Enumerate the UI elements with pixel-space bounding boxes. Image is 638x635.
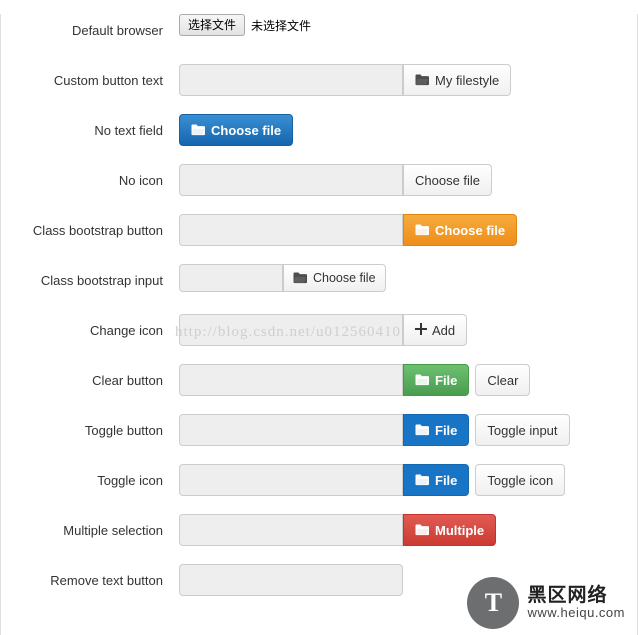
- native-file-input[interactable]: 选择文件 未选择文件: [179, 14, 311, 36]
- row-class-bootstrap-input: Class bootstrap input Choose file: [1, 264, 637, 314]
- file-button-label: File: [435, 372, 458, 388]
- input-group-class-bootstrap-button: Choose file: [179, 214, 518, 246]
- add-button[interactable]: Add: [403, 314, 468, 346]
- input-group-multiple-selection: Multiple: [179, 514, 497, 546]
- input-group-toggle-icon: File: [179, 464, 470, 496]
- label-class-bootstrap-button: Class bootstrap button: [32, 223, 163, 238]
- row-class-bootstrap-button: Class bootstrap button Choose file: [1, 214, 637, 264]
- control-class-bootstrap-button: Choose file: [179, 214, 637, 246]
- choose-file-button-warning[interactable]: Choose file: [403, 214, 518, 246]
- input-group-clear-button: File: [179, 364, 470, 396]
- control-no-text-field: Choose file: [179, 114, 637, 146]
- folder-icon: [415, 474, 430, 486]
- row-no-text-field: No text field Choose file: [1, 114, 637, 164]
- filestyle-text-input[interactable]: [179, 314, 403, 346]
- filestyle-text-input[interactable]: [179, 464, 403, 496]
- filestyle-text-input[interactable]: [179, 514, 403, 546]
- label-toggle-icon: Toggle icon: [97, 473, 163, 488]
- choose-file-button-no-icon[interactable]: Choose file: [403, 164, 493, 196]
- folder-icon: [191, 124, 206, 136]
- row-change-icon: Change icon Add: [1, 314, 637, 364]
- choose-file-button-primary[interactable]: Choose file: [179, 114, 294, 146]
- filestyle-text-input[interactable]: [179, 564, 403, 596]
- file-button-success[interactable]: File: [403, 364, 470, 396]
- filestyle-text-input[interactable]: [179, 164, 403, 196]
- choose-file-button-small[interactable]: Choose file: [283, 264, 386, 292]
- label-no-text-field: No text field: [94, 123, 163, 138]
- native-file-status: 未选择文件: [251, 18, 312, 33]
- control-toggle-button: File Toggle input: [179, 414, 637, 446]
- filestyle-text-input[interactable]: [179, 414, 403, 446]
- clear-button[interactable]: Clear: [475, 364, 531, 396]
- my-filestyle-button[interactable]: My filestyle: [403, 64, 512, 96]
- label-remove-text-button: Remove text button: [50, 573, 163, 588]
- row-default-browser: Default browser 选择文件 未选择文件: [1, 14, 637, 64]
- control-custom-button-text: My filestyle: [179, 64, 637, 96]
- control-toggle-icon: File Toggle icon: [179, 464, 637, 496]
- label-change-icon: Change icon: [90, 323, 163, 338]
- label-class-bootstrap-input: Class bootstrap input: [40, 273, 163, 288]
- input-group-toggle-button: File: [179, 414, 470, 446]
- choose-file-button-label: Choose file: [211, 122, 282, 138]
- label-clear-button: Clear button: [92, 373, 163, 388]
- file-button-label: File: [435, 472, 458, 488]
- choose-file-button-label: Choose file: [313, 271, 376, 285]
- row-toggle-button: Toggle button File Toggle input: [1, 414, 637, 464]
- control-class-bootstrap-input: Choose file: [179, 264, 637, 292]
- choose-file-button-label: Choose file: [415, 172, 481, 188]
- row-no-icon: No icon Choose file: [1, 164, 637, 214]
- toggle-input-button-label: Toggle input: [487, 422, 558, 438]
- control-clear-button: File Clear: [179, 364, 637, 396]
- label-toggle-button: Toggle button: [84, 423, 163, 438]
- multiple-button[interactable]: Multiple: [403, 514, 497, 546]
- folder-icon: [293, 272, 308, 284]
- multiple-button-label: Multiple: [435, 522, 485, 538]
- choose-file-button-label: Choose file: [435, 222, 506, 238]
- label-custom-button-text: Custom button text: [53, 73, 163, 88]
- row-clear-button: Clear button File Clear: [1, 364, 637, 414]
- row-multiple-selection: Multiple selection Multiple: [1, 514, 637, 564]
- control-remove-text-button: [179, 564, 637, 596]
- add-button-label: Add: [432, 322, 456, 338]
- label-no-icon: No icon: [118, 173, 163, 188]
- clear-button-label: Clear: [487, 372, 519, 388]
- filestyle-text-input-small[interactable]: [179, 264, 283, 292]
- folder-icon: [415, 374, 430, 386]
- control-multiple-selection: Multiple: [179, 514, 637, 546]
- filestyle-text-input[interactable]: [179, 64, 403, 96]
- input-group-no-icon: Choose file: [179, 164, 493, 196]
- row-custom-button-text: Custom button text My filestyle: [1, 64, 637, 114]
- my-filestyle-button-label: My filestyle: [435, 72, 500, 88]
- control-change-icon: Add: [179, 314, 637, 346]
- row-remove-text-button: Remove text button: [1, 564, 637, 614]
- file-button-primary[interactable]: File: [403, 414, 470, 446]
- filestyle-text-input[interactable]: [179, 214, 403, 246]
- control-no-icon: Choose file: [179, 164, 637, 196]
- input-group-change-icon: Add: [179, 314, 468, 346]
- folder-icon: [415, 524, 430, 536]
- toggle-icon-button-label: Toggle icon: [487, 472, 554, 488]
- control-default-browser: 选择文件 未选择文件: [179, 14, 637, 36]
- plus-icon: [415, 323, 427, 337]
- file-button-label: File: [435, 422, 458, 438]
- native-choose-file-button[interactable]: 选择文件: [179, 14, 246, 36]
- input-group-class-bootstrap-input: Choose file: [179, 264, 386, 292]
- folder-icon: [415, 424, 430, 436]
- toggle-icon-button[interactable]: Toggle icon: [475, 464, 566, 496]
- file-button-primary[interactable]: File: [403, 464, 470, 496]
- label-default-browser: Default browser: [71, 23, 163, 38]
- row-toggle-icon: Toggle icon File Toggle icon: [1, 464, 637, 514]
- filestyle-text-input[interactable]: [179, 364, 403, 396]
- folder-icon: [415, 74, 430, 86]
- input-group-custom-button-text: My filestyle: [179, 64, 512, 96]
- filestyle-demo-page: Default browser 选择文件 未选择文件 Custom button…: [0, 14, 638, 635]
- toggle-input-button[interactable]: Toggle input: [475, 414, 570, 446]
- folder-icon: [415, 224, 430, 236]
- label-multiple-selection: Multiple selection: [63, 523, 163, 538]
